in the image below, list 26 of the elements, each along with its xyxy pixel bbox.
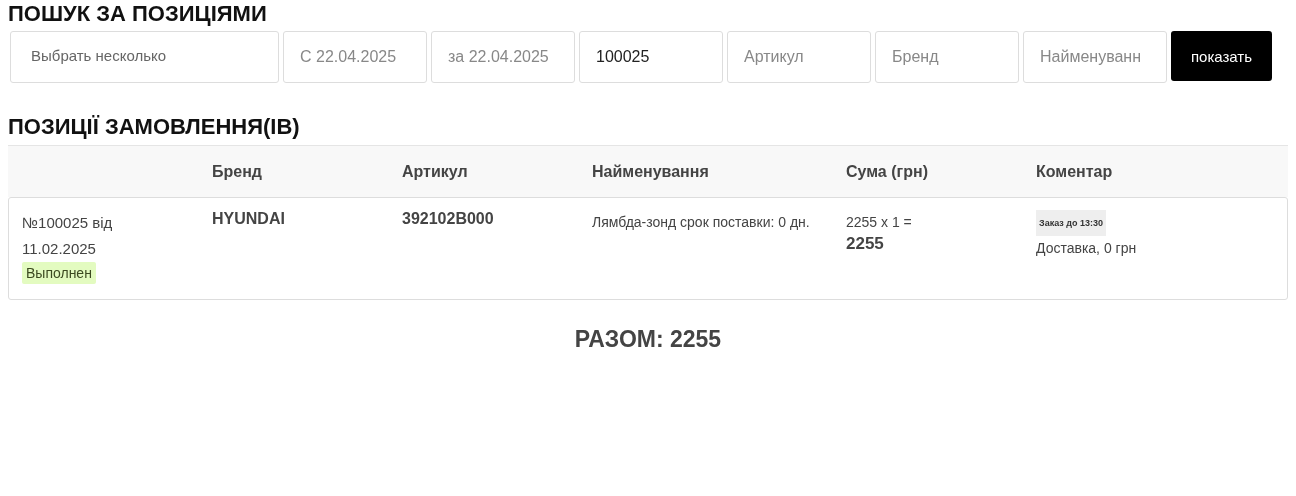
product-name: Лямбда-зонд срок поставки: 0 дн. [592, 213, 811, 232]
input-field[interactable]: Артикул [727, 31, 871, 83]
column-header: Найменування [592, 162, 710, 181]
deadline-tag: Заказ до 13:30 [1036, 210, 1106, 236]
input-field[interactable]: Найменуванн [1023, 31, 1167, 83]
comment-text: Доставка, 0 грн [1036, 239, 1138, 258]
status-badge: Выполнен [22, 262, 96, 284]
brand-text: HYUNDAI [212, 210, 285, 227]
article-text: 392102B000 [402, 210, 494, 227]
section-title: ПОШУК ЗА ПОЗИЦІЯМИ [8, 0, 268, 28]
column-header: Артикул [402, 162, 469, 181]
input-field[interactable]: 100025 [579, 31, 723, 83]
order-date: 11.02.2025 [22, 239, 97, 259]
input-field[interactable]: за 22.04.2025 [431, 31, 575, 83]
show-button[interactable]: показать [1171, 31, 1272, 81]
input-field[interactable]: С 22.04.2025 [283, 31, 427, 83]
column-header: Коментар [1036, 162, 1114, 181]
sum-text: 2255 [846, 234, 885, 254]
column-header: Сума (грн) [846, 162, 929, 181]
input-field[interactable]: Бренд [875, 31, 1019, 83]
multi-select-field[interactable]: Выбрать несколько [10, 31, 279, 83]
section-title: ПОЗИЦІЇ ЗАМОВЛЕННЯ(ІВ) [8, 113, 301, 141]
total-text: РАЗОМ: 2255 [573, 326, 723, 353]
price-calc: 2255 x 1 = [846, 213, 913, 232]
column-header: Бренд [212, 162, 263, 181]
order-number: №100025 від [22, 213, 114, 233]
